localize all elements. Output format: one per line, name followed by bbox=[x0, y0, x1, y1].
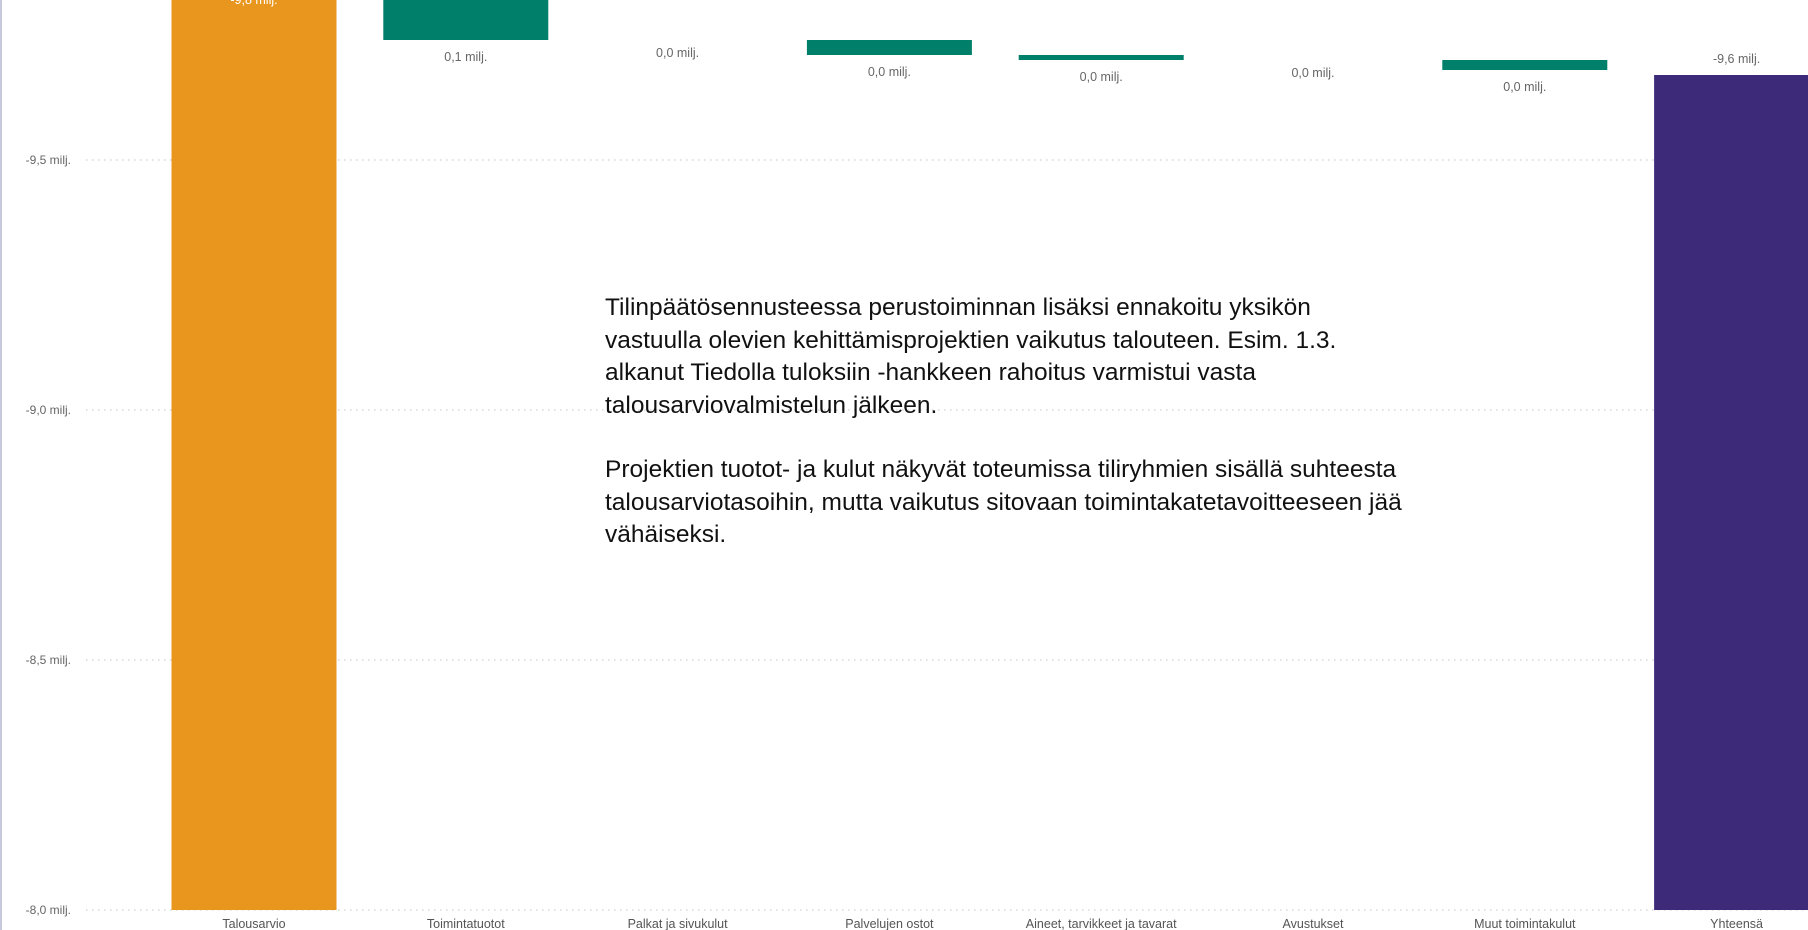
x-tick-label: Toimintatuotot bbox=[427, 917, 505, 930]
x-tick-label: Palvelujen ostot bbox=[845, 917, 934, 930]
data-label: -9,8 milj. bbox=[230, 0, 277, 7]
data-label: 0,0 milj. bbox=[656, 46, 699, 60]
data-label: 0,1 milj. bbox=[444, 50, 487, 64]
y-tick-label: -9,0 milj. bbox=[26, 403, 71, 417]
x-tick-label: Yhteensä bbox=[1710, 917, 1763, 930]
data-label: 0,0 milj. bbox=[868, 65, 911, 79]
y-tick-label: -9,5 milj. bbox=[26, 153, 71, 167]
y-tick-label: -8,0 milj. bbox=[26, 903, 71, 917]
y-tick-label: -8,5 milj. bbox=[26, 653, 71, 667]
bar-aineet-tarvikkeet-ja-tavarat bbox=[1018, 55, 1184, 60]
x-tick-label: Aineet, tarvikkeet ja tavarat bbox=[1026, 917, 1177, 930]
x-tick-label: Avustukset bbox=[1283, 917, 1344, 930]
bar-talousarvio bbox=[171, 0, 337, 910]
bar-yhteens- bbox=[1654, 75, 1808, 910]
bar-toimintatuotot bbox=[383, 0, 549, 40]
annotation-text-box: Tilinpäätösennusteessa perustoiminnan li… bbox=[605, 292, 1405, 552]
x-tick-label: Palkat ja sivukulut bbox=[628, 917, 729, 930]
x-tick-label: Muut toimintakulut bbox=[1474, 917, 1576, 930]
bar-palvelujen-ostot bbox=[806, 40, 972, 55]
x-tick-label: Talousarvio bbox=[222, 917, 285, 930]
annotation-paragraph-1: Tilinpäätösennusteessa perustoiminnan li… bbox=[605, 294, 1337, 419]
data-label: -9,6 milj. bbox=[1713, 52, 1760, 66]
annotation-paragraph-2: Projektien tuotot- ja kulut näkyvät tote… bbox=[605, 456, 1402, 548]
data-label: 0,0 milj. bbox=[1291, 66, 1334, 80]
chart-frame: -9,5 milj. -9,0 milj. -8,5 milj. -8,0 milj.… bbox=[0, 0, 1808, 930]
data-label: 0,0 milj. bbox=[1503, 80, 1546, 94]
bar-muut-toimintakulut bbox=[1442, 60, 1608, 70]
data-label: 0,0 milj. bbox=[1080, 70, 1123, 84]
